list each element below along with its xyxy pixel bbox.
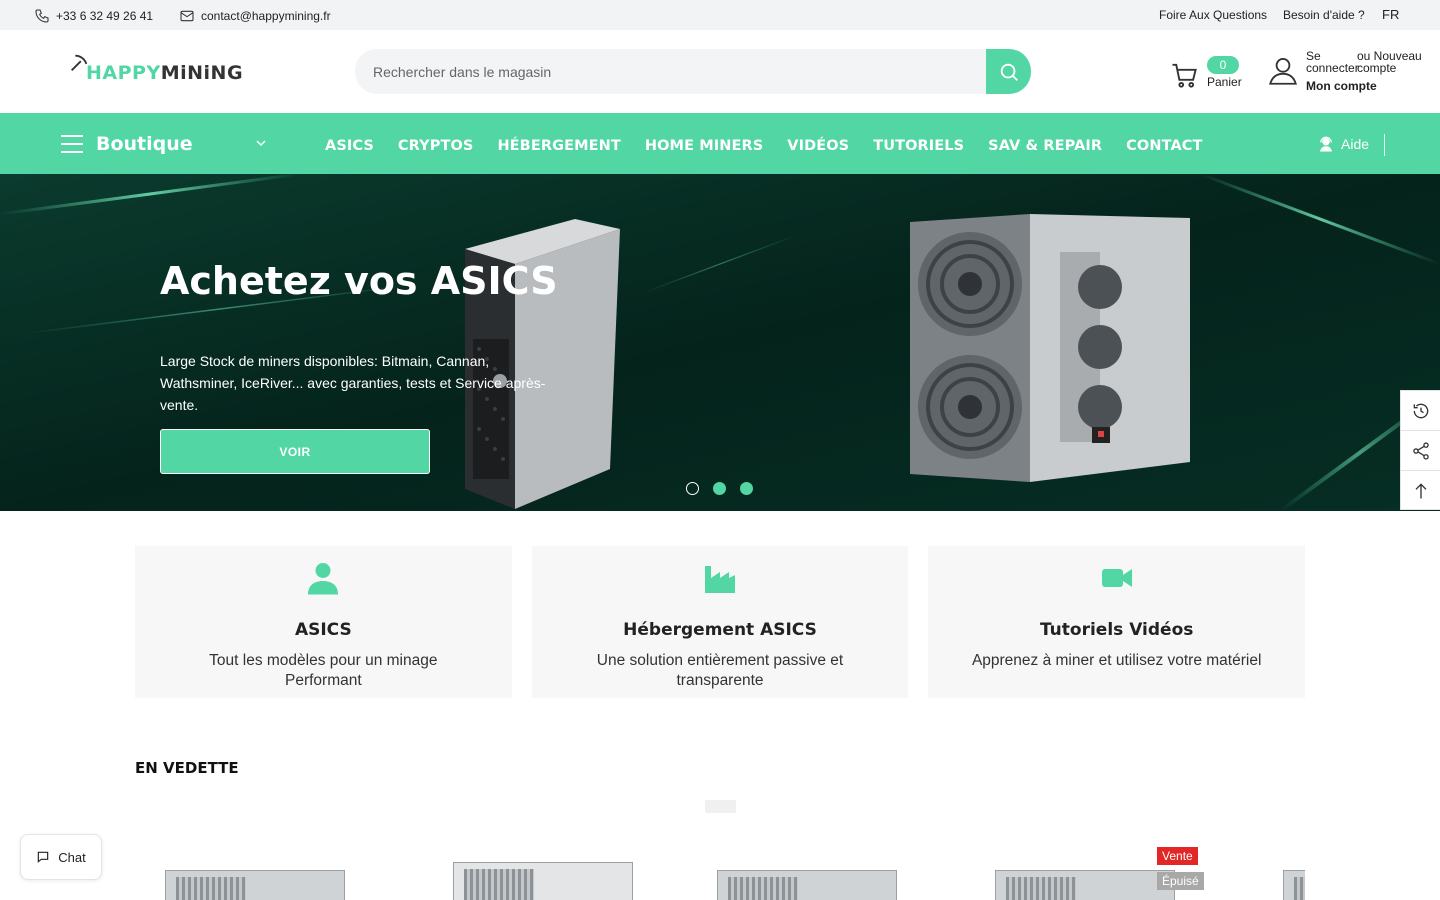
- video-camera-icon: [1101, 569, 1132, 587]
- nav-item-home-miners[interactable]: HOME MINERS: [645, 138, 763, 154]
- featured-tabs-placeholder: [705, 800, 736, 813]
- help-link[interactable]: Besoin d'aide ?: [1283, 8, 1365, 22]
- phone-number: +33 6 32 49 26 41: [56, 9, 154, 23]
- faq-link[interactable]: Foire Aux Questions: [1159, 8, 1267, 22]
- shop-dropdown[interactable]: Boutique: [60, 130, 270, 158]
- shop-dropdown-label: Boutique: [96, 133, 193, 155]
- arrow-up-icon: [1415, 483, 1427, 499]
- feature-title: Hébergement ASICS: [623, 620, 817, 640]
- feature-description: Apprenez à miner et utilisez votre matér…: [971, 652, 1262, 669]
- user-icon: [308, 563, 339, 595]
- product-image: [1283, 870, 1305, 900]
- site-logo[interactable]: HAPPYMiNiNG: [68, 54, 243, 84]
- product-image: [717, 870, 897, 900]
- feature-description: Tout les modèles pour un minage Performa…: [209, 652, 438, 689]
- language-label: FR: [1382, 7, 1400, 22]
- nav-item-asics[interactable]: ASICS: [325, 138, 374, 154]
- phone-link[interactable]: +33 6 32 49 26 41: [34, 8, 153, 24]
- nav-item-contact[interactable]: CONTACT: [1126, 138, 1202, 154]
- slider-dot-3[interactable]: [740, 482, 753, 495]
- feature-cards: ASICS Tout les modèles pour un minage Pe…: [135, 546, 1306, 698]
- product-card[interactable]: [165, 840, 365, 900]
- slider-dots: [686, 482, 753, 495]
- nav-item-tutoriels[interactable]: TUTORIELS: [873, 138, 964, 154]
- recently-viewed-button[interactable]: [1401, 391, 1440, 431]
- login-link[interactable]: Se connecter: [1306, 50, 1359, 74]
- search-input[interactable]: [355, 49, 985, 94]
- history-icon: [1413, 403, 1429, 418]
- account-area: Se connecter ou Nouveau compte Mon compt…: [1266, 50, 1436, 98]
- pickaxe-icon: [71, 54, 88, 71]
- phone-icon: [35, 9, 49, 23]
- help-button[interactable]: Aide: [1317, 134, 1385, 156]
- language-switcher[interactable]: FR: [1382, 7, 1399, 22]
- back-to-top-button[interactable]: [1401, 471, 1440, 511]
- hero-description: Large Stock de miners disponibles: Bitma…: [160, 353, 546, 413]
- hero-slider: Achetez vos ASICS Large Stock de miners …: [0, 174, 1440, 511]
- cart-label: Panier: [1207, 75, 1242, 89]
- feature-description: Une solution entièrement passive et tran…: [596, 652, 844, 689]
- sold-out-badge: Épuisé: [1157, 872, 1204, 890]
- product-card[interactable]: [717, 840, 917, 900]
- feature-card-asics[interactable]: ASICS Tout les modèles pour un minage Pe…: [135, 546, 512, 698]
- product-image: [995, 870, 1175, 900]
- product-image: [453, 862, 633, 900]
- nav-item-hebergement[interactable]: HÉBERGEMENT: [497, 138, 620, 154]
- top-bar: +33 6 32 49 26 41 contact@happymining.fr…: [0, 0, 1440, 30]
- product-card[interactable]: [453, 840, 653, 900]
- account-link[interactable]: Mon compte: [1306, 79, 1377, 93]
- share-icon: [1413, 441, 1429, 460]
- help-label: Besoin d'aide ?: [1283, 8, 1365, 22]
- search-icon: [1000, 63, 1018, 81]
- hamburger-icon: [61, 135, 83, 153]
- cart-count-badge: 0: [1207, 56, 1239, 74]
- logo-text-happy: HAPPY: [86, 62, 161, 84]
- logo-text-mining: MiNiNG: [160, 62, 244, 84]
- chat-button[interactable]: Chat: [20, 834, 102, 880]
- feature-card-hebergement[interactable]: Hébergement ASICS Une solution entièreme…: [531, 546, 909, 698]
- hero-title: Achetez vos ASICS: [160, 259, 558, 303]
- slider-dot-1[interactable]: [686, 482, 699, 495]
- share-button[interactable]: [1401, 431, 1440, 471]
- side-toolbar: [1400, 390, 1440, 510]
- cart-button[interactable]: 0 Panier: [1170, 55, 1260, 95]
- product-image: [165, 870, 345, 900]
- factory-icon: [705, 566, 735, 593]
- divider: [1384, 134, 1385, 156]
- chevron-down-icon: [256, 140, 266, 147]
- feature-title: Tutoriels Vidéos: [1039, 620, 1194, 640]
- asic-miner-image: [910, 214, 1190, 482]
- chat-label: Chat: [58, 849, 86, 865]
- email-link[interactable]: contact@happymining.fr: [179, 8, 331, 24]
- user-icon: [1269, 58, 1297, 85]
- nav-menu: ASICS CRYPTOS HÉBERGEMENT HOME MINERS VI…: [325, 138, 1203, 154]
- slider-dot-2[interactable]: [713, 482, 726, 495]
- chat-bubble-icon: [38, 851, 49, 863]
- register-link[interactable]: ou Nouveau compte: [1357, 50, 1425, 74]
- nav-item-videos[interactable]: VIDÉOS: [787, 138, 849, 154]
- search-button[interactable]: [986, 49, 1031, 94]
- support-agent-icon: [1320, 136, 1332, 152]
- feature-title: ASICS: [294, 620, 352, 640]
- site-header: HAPPYMiNiNG 0 Panier Se connecter ou Nou…: [0, 30, 1440, 113]
- nav-item-sav-repair[interactable]: SAV & REPAIR: [988, 138, 1102, 154]
- help-label: Aide: [1341, 136, 1370, 152]
- nav-item-cryptos[interactable]: CRYPTOS: [398, 138, 474, 154]
- mail-icon: [180, 10, 194, 22]
- email-address: contact@happymining.fr: [201, 9, 331, 23]
- featured-products: Vente Épuisé: [135, 840, 1305, 900]
- feature-card-tutoriels[interactable]: Tutoriels Vidéos Apprenez à miner et uti…: [928, 546, 1306, 698]
- faq-label: Foire Aux Questions: [1159, 8, 1268, 22]
- featured-section-title: EN VEDETTE: [135, 759, 239, 777]
- product-card[interactable]: [1283, 840, 1305, 900]
- sale-badge: Vente: [1157, 847, 1198, 865]
- main-nav: Boutique ASICS CRYPTOS HÉBERGEMENT HOME …: [0, 113, 1440, 174]
- search-bar: [355, 49, 1031, 94]
- cart-icon: [1172, 63, 1197, 88]
- hero-cta-button[interactable]: VOIR: [160, 429, 430, 474]
